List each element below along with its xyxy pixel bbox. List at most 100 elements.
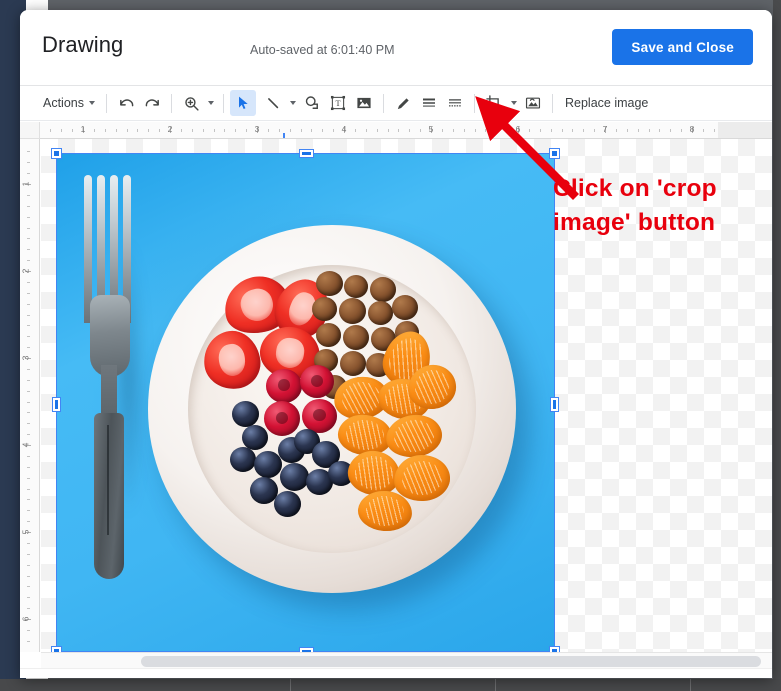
ruler-tick: [289, 129, 291, 132]
redo-icon: [145, 98, 159, 106]
ruler-tick: [507, 129, 509, 132]
ruler-mark-vertical: 4: [20, 442, 31, 448]
line-color-tool[interactable]: [390, 90, 416, 116]
ruler-tick: [27, 499, 30, 501]
ruler-tick: [278, 129, 280, 132]
insert-image-tool[interactable]: [351, 90, 377, 116]
replace-image-button[interactable]: Replace image: [559, 90, 654, 116]
text-box-icon: T: [330, 95, 346, 111]
ruler-tick: [441, 129, 443, 132]
ruler-tick: [387, 129, 389, 132]
vertical-ruler[interactable]: 1 2 3 4 5 6: [20, 139, 40, 652]
actions-menu[interactable]: Actions: [40, 90, 100, 116]
ruler-mark-vertical: 5: [20, 529, 31, 535]
ruler-tick: [713, 129, 715, 132]
ruler-tick: [333, 129, 335, 132]
ruler-mark-vertical: 2: [20, 268, 31, 274]
drawing-toolbar: Actions T Replace image: [20, 86, 772, 121]
ruler-mark-horizontal: 2: [167, 124, 173, 134]
redo-button[interactable]: [139, 90, 165, 116]
ruler-tick: [27, 162, 30, 164]
toolbar-divider: [552, 93, 553, 113]
ruler-mark-horizontal: 1: [80, 124, 86, 134]
toolbar-divider: [383, 93, 384, 113]
image-icon: [357, 97, 371, 109]
plate-well: [188, 265, 476, 553]
ruler-tick: [27, 390, 30, 392]
ruler-tick: [637, 129, 639, 132]
ruler-tick: [376, 129, 378, 132]
select-tool[interactable]: [230, 90, 256, 116]
ruler-tick: [224, 129, 226, 132]
page-title: Drawing: [42, 32, 124, 57]
line-weight-tool[interactable]: [416, 90, 442, 116]
undo-button[interactable]: [113, 90, 139, 116]
ruler-tick: [27, 227, 30, 229]
ruler-tick: [27, 401, 30, 403]
ruler-tick: [27, 314, 30, 316]
ruler-mark-horizontal: 7: [602, 124, 608, 134]
ruler-tick: [27, 238, 30, 240]
drawing-canvas[interactable]: [41, 139, 772, 652]
shape-tool[interactable]: [299, 90, 325, 116]
ruler-tick: [159, 129, 161, 132]
crop-icon: [486, 95, 502, 111]
ruler-tick: [27, 564, 30, 566]
image-object[interactable]: [56, 153, 555, 652]
ruler-tick: [126, 129, 128, 132]
ruler-tick: [594, 129, 596, 132]
ruler-tick: [27, 260, 30, 262]
horizontal-scrollbar-track[interactable]: [41, 652, 772, 668]
shape-icon: [305, 96, 318, 109]
image-options-button[interactable]: [520, 90, 546, 116]
ruler-tick: [148, 129, 150, 132]
ruler-tick: [93, 129, 95, 132]
ruler-mark-horizontal: 5: [428, 124, 434, 134]
line-dash-tool[interactable]: [442, 90, 468, 116]
zoom-dropdown-caret[interactable]: [204, 101, 217, 105]
ruler-tick: [365, 129, 367, 132]
horizontal-ruler-tail: [718, 122, 772, 138]
ruler-tick: [191, 129, 193, 132]
ruler-tick: [27, 347, 30, 349]
ruler-tick: [561, 129, 563, 132]
horizontal-ruler[interactable]: 1 2 3 4 5 6 7 8: [40, 122, 772, 139]
horizontal-scrollbar-thumb[interactable]: [141, 656, 761, 667]
ruler-tick: [72, 129, 74, 132]
ruler-tick: [27, 205, 30, 207]
ruler-tick: [27, 521, 30, 523]
cursor-arrow-icon: [239, 96, 248, 109]
ruler-tick: [626, 129, 628, 132]
crop-dropdown-caret[interactable]: [507, 101, 520, 105]
ruler-tick: [27, 412, 30, 414]
crop-image-button[interactable]: [481, 90, 507, 116]
line-dropdown-caret[interactable]: [286, 101, 299, 105]
ruler-tick: [27, 477, 30, 479]
ruler-tick: [267, 129, 269, 132]
text-box-tool[interactable]: T: [325, 90, 351, 116]
chevron-down-icon: [89, 101, 95, 105]
ruler-tick: [180, 129, 182, 132]
save-and-close-button[interactable]: Save and Close: [612, 29, 753, 65]
ruler-tick: [409, 129, 411, 132]
toolbar-divider: [171, 93, 172, 113]
ruler-tick: [104, 129, 106, 132]
line-tool[interactable]: [260, 90, 286, 116]
ruler-tick: [300, 129, 302, 132]
ruler-tick: [27, 434, 30, 436]
ruler-tick: [115, 129, 117, 132]
ruler-tick: [670, 129, 672, 132]
background-bottom-strip: [0, 679, 781, 691]
ruler-tick: [27, 379, 30, 381]
ruler-tick: [452, 129, 454, 132]
ruler-tick: [27, 629, 30, 631]
ruler-mark-horizontal: 3: [254, 124, 260, 134]
ruler-tick: [681, 129, 683, 132]
zoom-button[interactable]: [178, 90, 204, 116]
ruler-tick: [27, 542, 30, 544]
ruler-tick: [27, 553, 30, 555]
actions-menu-label: Actions: [43, 96, 84, 110]
ruler-tick: [420, 129, 422, 132]
ruler-tick: [27, 488, 30, 490]
ruler-mark-horizontal: 6: [515, 124, 521, 134]
